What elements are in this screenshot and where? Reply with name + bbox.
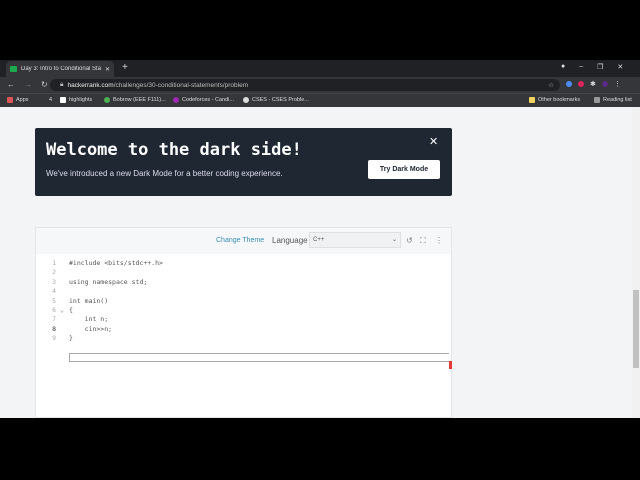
- apps-icon: [7, 97, 13, 103]
- editor-header: Change Theme Language C++ ⌄ ↺ ⛶ ⋮: [36, 228, 451, 254]
- codeforces-icon: [173, 97, 179, 103]
- line-number: 1: [52, 259, 56, 267]
- chevron-down-icon: ⌄: [391, 237, 397, 243]
- language-label: Language: [272, 236, 308, 245]
- abp-icon[interactable]: [578, 81, 584, 87]
- language-select[interactable]: C++ ⌄: [309, 232, 401, 248]
- code-line: }: [69, 334, 73, 343]
- code-line: int n;: [69, 315, 109, 324]
- try-dark-mode-button[interactable]: Try Dark Mode: [368, 160, 440, 179]
- line-number: 2: [52, 268, 56, 277]
- close-window-button[interactable]: ✕: [617, 63, 623, 71]
- code-line: {: [69, 306, 73, 314]
- other-bookmarks[interactable]: Other bookmarks: [529, 97, 580, 103]
- line-number: 6: [52, 306, 56, 314]
- line-number: 5: [52, 296, 56, 305]
- line-number: 3: [52, 277, 56, 286]
- cses-icon: [243, 97, 249, 103]
- code-line: cin>>n;: [69, 324, 113, 333]
- banner-subtitle: We've introduced a new Dark Mode for a b…: [46, 169, 283, 178]
- bookmark-label: 4: [49, 97, 53, 103]
- hackerrank-favicon: [10, 66, 17, 72]
- close-tab-icon[interactable]: ✕: [105, 66, 110, 73]
- bookmark-label: CSES - CSES Proble...: [252, 97, 309, 103]
- reload-icon[interactable]: ↻: [41, 80, 48, 89]
- window-controls: ● – ❐ ✕: [561, 63, 623, 71]
- qr-icon: [60, 97, 66, 103]
- extension-icon[interactable]: [566, 81, 572, 87]
- reading-list[interactable]: Reading list: [594, 97, 632, 103]
- fullscreen-icon[interactable]: ⛶: [420, 236, 426, 246]
- maximize-button[interactable]: ❐: [597, 63, 603, 71]
- bookmark-label: Codeforces - Candi...: [182, 97, 234, 103]
- more-icon[interactable]: ⋮: [435, 236, 443, 245]
- code-line: #include <bits/stdc++.h>: [69, 259, 163, 267]
- bookmark-apps[interactable]: Apps: [7, 97, 29, 103]
- menu-icon[interactable]: ⋮: [614, 80, 621, 88]
- new-tab-button[interactable]: +: [122, 62, 128, 73]
- profile-icon[interactable]: ●: [561, 63, 565, 71]
- bookmark-label: Other bookmarks: [538, 97, 581, 103]
- bookmark-highlights[interactable]: highlights: [60, 97, 92, 103]
- change-theme-link[interactable]: Change Theme: [216, 237, 264, 244]
- minimize-button[interactable]: –: [579, 63, 583, 71]
- forward-icon[interactable]: →: [24, 80, 32, 89]
- code-line: int main(): [69, 296, 109, 305]
- code-area[interactable]: 1 #include <bits/stdc++.h> 2 3 using namespa…: [36, 257, 452, 417]
- active-line-highlight: [69, 353, 449, 362]
- nav-buttons: ← → ↻: [7, 80, 48, 89]
- browser-tab[interactable]: Day 3: Intro to Conditional Statements ✕: [6, 61, 114, 77]
- reading-list-icon: [594, 97, 600, 103]
- code-editor-panel: Change Theme Language C++ ⌄ ↺ ⛶ ⋮ 1 #inclu…: [35, 227, 452, 418]
- bookmark-cses[interactable]: CSES - CSES Proble...: [243, 97, 309, 103]
- address-bar[interactable]: 🔒︎ hackerrank.com/challenges/30-condition…: [50, 79, 560, 91]
- url-path: /challenges/30-conditional-statements/pr…: [113, 81, 249, 89]
- error-marker: [449, 361, 452, 369]
- scrollbar[interactable]: [632, 107, 640, 418]
- line-number: 4: [52, 287, 56, 296]
- code-line: using namespace std;: [69, 277, 148, 286]
- bookmarks-bar: Apps 4 highlights Bobrow (EEE F111)... C…: [0, 93, 640, 107]
- fold-icon[interactable]: ⌄: [60, 306, 64, 314]
- restore-icon[interactable]: ↺: [406, 236, 413, 245]
- star-icon[interactable]: ☆: [548, 81, 554, 89]
- bookmark-4[interactable]: 4: [49, 97, 52, 103]
- language-value: C++: [313, 237, 325, 243]
- back-icon[interactable]: ←: [7, 80, 15, 89]
- drive-icon: [104, 97, 110, 103]
- bookmark-bobrow[interactable]: Bobrow (EEE F111)...: [104, 97, 166, 103]
- line-number: 8: [52, 324, 56, 333]
- bookmark-label: Bobrow (EEE F111)...: [113, 97, 166, 103]
- extensions: ✱ ⋮: [566, 80, 621, 88]
- bookmark-label: highlights: [69, 97, 93, 103]
- line-number: 9: [52, 334, 56, 343]
- avatar[interactable]: [601, 81, 608, 87]
- scrollbar-thumb[interactable]: [633, 290, 639, 368]
- bookmark-codeforces[interactable]: Codeforces - Candi...: [173, 97, 234, 103]
- dark-mode-banner: Welcome to the dark side! We've introduc…: [35, 128, 452, 196]
- puzzle-icon[interactable]: ✱: [590, 80, 596, 88]
- bookmark-label: Reading list: [603, 97, 632, 103]
- folder-icon: [529, 97, 535, 103]
- bookmark-label: Apps: [16, 97, 29, 103]
- url-domain: hackerrank.com: [67, 81, 114, 89]
- tab-title: Day 3: Intro to Conditional Statements: [21, 66, 101, 72]
- lock-icon: 🔒︎: [60, 81, 64, 88]
- close-banner-icon[interactable]: ✕: [429, 135, 438, 148]
- banner-title: Welcome to the dark side!: [46, 140, 302, 160]
- line-number: 7: [52, 315, 56, 324]
